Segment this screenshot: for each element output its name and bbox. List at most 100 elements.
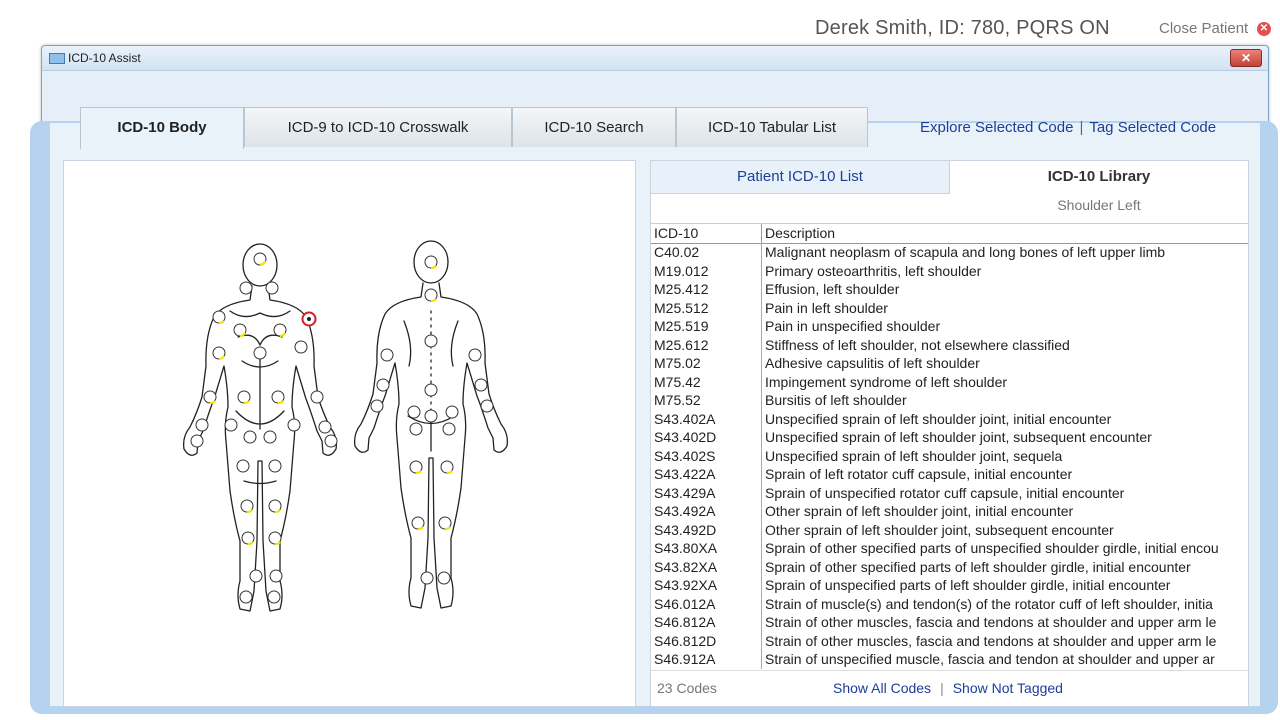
table-row[interactable]: S46.812A Strain of other muscles, fascia … (651, 613, 1248, 632)
selected-code-actions: Explore Selected Code | Tag Selected Code (920, 119, 1216, 136)
table-row[interactable]: M25.412 Effusion, left shoulder (651, 280, 1248, 299)
tab-crosswalk[interactable]: ICD-9 to ICD-10 Crosswalk (244, 107, 512, 147)
table-row[interactable]: S46.012A Strain of muscle(s) and tendon(s… (651, 595, 1248, 614)
link-separator: | (1079, 119, 1084, 136)
table-row[interactable]: C40.02 Malignant neoplasm of scapula and … (651, 243, 1248, 262)
window-title: ICD-10 Assist (68, 51, 141, 65)
window-close-button[interactable]: ✕ (1230, 49, 1262, 67)
row-description: Strain of unspecified muscle, fascia and… (765, 651, 1215, 667)
table-row[interactable]: S46.912A Strain of unspecified muscle, fa… (651, 650, 1248, 669)
explore-selected-code-link[interactable]: Explore Selected Code (920, 119, 1073, 136)
selected-shoulder-hotspot[interactable] (301, 311, 317, 327)
table-row[interactable]: M25.612 Stiffness of left shoulder, not e… (651, 336, 1248, 355)
table-row[interactable]: S43.80XA Sprain of other specified parts … (651, 539, 1248, 558)
table-row[interactable]: S46.812D Strain of other muscles, fascia … (651, 632, 1248, 651)
row-description: Strain of muscle(s) and tendon(s) of the… (765, 595, 1213, 612)
column-divider[interactable] (761, 224, 762, 243)
row-description: Bursitis of left shoulder (765, 392, 907, 408)
row-code: S43.92XA (654, 577, 718, 593)
table-row[interactable]: M19.012 Primary osteoarthritis, left shou… (651, 262, 1248, 281)
row-code: S46.012A (654, 595, 716, 612)
subtab-patient-icd10-list[interactable]: Patient ICD-10 List (651, 161, 950, 194)
column-header-description[interactable]: Description (765, 225, 835, 241)
footer-link-separator: | (940, 680, 944, 696)
table-row[interactable]: M25.519 Pain in unspecified shoulder (651, 317, 1248, 336)
selected-region-label: Shoulder Left (1057, 197, 1141, 213)
show-all-codes-link[interactable]: Show All Codes (833, 680, 931, 696)
row-code: S43.402D (654, 429, 717, 445)
body-hotspots[interactable] (190, 252, 494, 604)
body-figures[interactable] (64, 161, 635, 706)
column-header-code[interactable]: ICD-10 (654, 225, 698, 241)
footer-links: Show All Codes | Show Not Tagged (833, 680, 1063, 696)
row-description: Pain in left shoulder (765, 299, 888, 316)
tab-icd10-body[interactable]: ICD-10 Body (80, 107, 244, 149)
show-not-tagged-link[interactable]: Show Not Tagged (953, 680, 1063, 696)
tab-icd10-search[interactable]: ICD-10 Search (512, 107, 676, 147)
table-row[interactable]: M75.02 Adhesive capsulitis of left should… (651, 354, 1248, 373)
row-description: Sprain of unspecified parts of left shou… (765, 577, 1171, 593)
row-code: C40.02 (654, 244, 700, 260)
table-row[interactable]: M75.42 Impingement syndrome of left shoul… (651, 373, 1248, 392)
row-code: S43.82XA (654, 558, 718, 575)
row-description: Sprain of other specified parts of unspe… (765, 540, 1219, 556)
row-description: Sprain of unspecified rotator cuff capsu… (765, 484, 1125, 501)
list-footer: 23 Codes Show All Codes | Show Not Tagged (651, 670, 1248, 707)
table-row[interactable]: S43.492A Other sprain of left shoulder jo… (651, 502, 1248, 521)
row-code: M75.42 (654, 373, 701, 390)
icd10-assist-window: ICD-10 Assist ✕ ICD-10 Body ICD-9 to ICD… (30, 45, 1278, 714)
row-description: Sprain of other specified parts of left … (765, 558, 1191, 575)
row-description: Other sprain of left shoulder joint, ini… (765, 503, 1074, 519)
row-description: Pain in unspecified shoulder (765, 318, 941, 334)
row-code: S46.912A (654, 651, 716, 667)
body-diagram[interactable] (63, 160, 636, 707)
row-description: Unspecified sprain of left shoulder join… (765, 410, 1112, 427)
row-description: Sprain of left rotator cuff capsule, ini… (765, 466, 1073, 482)
row-code: S43.492A (654, 503, 716, 519)
subtab-icd10-library[interactable]: ICD-10 Library (950, 161, 1248, 193)
row-description: Primary osteoarthritis, left shoulder (765, 262, 982, 279)
row-code: S46.812A (654, 614, 716, 630)
row-code: M19.012 (654, 262, 709, 279)
row-code: M25.512 (654, 299, 709, 316)
tag-selected-code-link[interactable]: Tag Selected Code (1089, 119, 1216, 136)
row-code: S43.492D (654, 521, 717, 538)
code-count: 23 Codes (657, 680, 717, 696)
row-description: Adhesive capsulitis of left shoulder (765, 355, 980, 371)
row-code: M25.612 (654, 336, 709, 353)
row-description: Unspecified sprain of left shoulder join… (765, 447, 1063, 464)
row-description: Impingement syndrome of left shoulder (765, 373, 1008, 390)
table-row[interactable]: S43.422A Sprain of left rotator cuff caps… (651, 465, 1248, 484)
row-code: S46.812D (654, 632, 717, 649)
row-code: S43.429A (654, 484, 716, 501)
row-code: S43.422A (654, 466, 716, 482)
table-row[interactable]: S43.82XA Sprain of other specified parts … (651, 558, 1248, 577)
table-row[interactable]: S43.429A Sprain of unspecified rotator cu… (651, 484, 1248, 503)
table-row[interactable]: S43.402S Unspecified sprain of left shoul… (651, 447, 1248, 466)
window-app-icon (49, 53, 65, 64)
row-code: S43.402S (654, 447, 716, 464)
row-code: S43.80XA (654, 540, 718, 556)
row-description: Strain of other muscles, fascia and tend… (765, 614, 1217, 630)
window-titlebar: ICD-10 Assist ✕ (42, 46, 1268, 71)
row-code: M25.412 (654, 281, 709, 297)
row-description: Stiffness of left shoulder, not elsewher… (765, 336, 1070, 353)
window-content: ICD-10 Body ICD-9 to ICD-10 Crosswalk IC… (30, 71, 1278, 714)
patient-info: Derek Smith, ID: 780, PQRS ON (815, 17, 1110, 39)
row-description: Strain of other muscles, fascia and tend… (765, 632, 1217, 649)
close-patient-icon[interactable]: ✕ (1257, 22, 1271, 36)
table-row[interactable]: S43.92XA Sprain of unspecified parts of l… (651, 576, 1248, 595)
table-row[interactable]: M75.52 Bursitis of left shoulder (651, 391, 1248, 410)
close-patient-link[interactable]: Close Patient (1159, 20, 1248, 37)
row-code: M25.519 (654, 318, 709, 334)
tab-tabular-list[interactable]: ICD-10 Tabular List (676, 107, 868, 147)
table-row[interactable]: S43.402A Unspecified sprain of left shoul… (651, 410, 1248, 429)
icd10-list-panel: Patient ICD-10 List ICD-10 Library Shoul… (650, 160, 1249, 707)
table-row[interactable]: S43.492D Other sprain of left shoulder jo… (651, 521, 1248, 540)
table-row[interactable]: M25.512 Pain in left shoulder (651, 299, 1248, 318)
row-description: Effusion, left shoulder (765, 281, 900, 297)
row-description: Other sprain of left shoulder joint, sub… (765, 521, 1114, 538)
table-row[interactable]: S43.402D Unspecified sprain of left shoul… (651, 428, 1248, 447)
row-code: S43.402A (654, 410, 716, 427)
top-bar: Derek Smith, ID: 780, PQRS ON Close Pati… (0, 0, 1280, 46)
